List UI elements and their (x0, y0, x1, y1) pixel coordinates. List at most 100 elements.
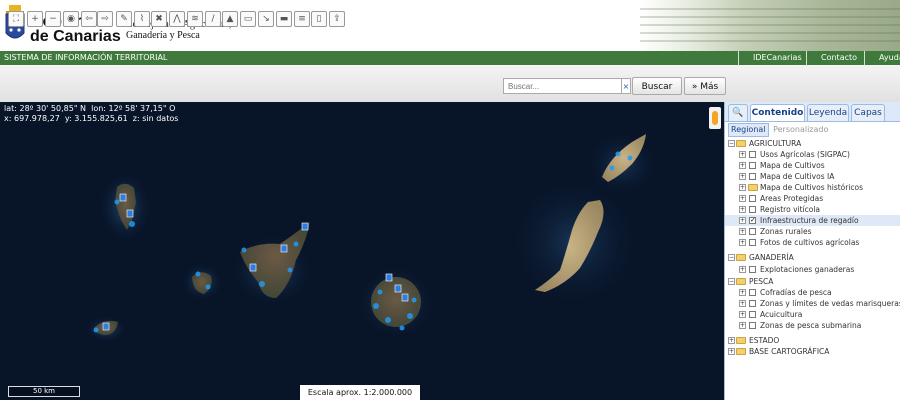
expand-icon[interactable]: + (739, 322, 746, 329)
share-icon[interactable]: ⇪ (329, 11, 345, 27)
street-view-pegman-icon[interactable] (709, 107, 721, 129)
expand-icon[interactable]: + (728, 348, 735, 355)
tree-layer-selected[interactable]: + ✓ Infraestructura de regadío (725, 215, 900, 226)
tab-contenido[interactable]: Contenido (750, 104, 805, 121)
irrigation-marker[interactable] (102, 322, 110, 331)
draw-polygon-icon[interactable]: ▭ (240, 11, 256, 27)
layers-icon[interactable]: ≋ (187, 11, 203, 27)
nav-link-idecanarias[interactable]: IDECanarias (738, 51, 802, 65)
map-view[interactable]: lat: 28º 30' 50,85" N lon: 12º 58' 37,15… (0, 102, 724, 400)
tree-layer[interactable]: + Cofradías de pesca (725, 287, 900, 298)
tree-layer[interactable]: + Zonas de pesca submarina (725, 320, 900, 331)
expand-icon[interactable]: + (739, 151, 746, 158)
search-input[interactable] (503, 78, 622, 94)
tree-layer[interactable]: + Areas Protegidas (725, 193, 900, 204)
expand-icon[interactable]: + (739, 289, 746, 296)
layer-checkbox[interactable] (749, 300, 756, 307)
clear-search-icon[interactable]: × (621, 78, 631, 94)
export-icon[interactable]: ↘ (258, 11, 274, 27)
tab-leyenda[interactable]: Leyenda (807, 104, 849, 121)
layer-checkbox[interactable] (749, 195, 756, 202)
expand-icon[interactable]: + (739, 184, 746, 191)
search-button[interactable]: Buscar (632, 77, 682, 95)
expand-icon[interactable]: + (739, 195, 746, 202)
globe-icon[interactable]: ◉ (63, 11, 79, 27)
measure-distance-icon[interactable]: ✎ (116, 11, 132, 27)
folder-icon (736, 337, 746, 344)
irrigation-marker[interactable] (280, 244, 288, 253)
expand-icon[interactable]: + (728, 337, 735, 344)
tree-layer[interactable]: + Zonas y límites de vedas marisqueras a… (725, 298, 900, 309)
tree-layer[interactable]: + Zonas rurales (725, 226, 900, 237)
tree-folder-base-cartografica[interactable]: + BASE CARTOGRÁFICA (725, 346, 900, 357)
tree-layer-label: Mapa de Cultivos IA (760, 172, 835, 181)
subtab-personalizado[interactable]: Personalizado (771, 124, 830, 136)
irrigation-marker[interactable] (385, 273, 393, 282)
stack-icon[interactable]: ≡ (294, 11, 310, 27)
columns-icon[interactable]: ▯ (311, 11, 327, 27)
irrigation-marker[interactable] (119, 193, 127, 202)
tree-layer-label: Zonas de pesca submarina (760, 321, 862, 330)
layer-checkbox[interactable] (749, 289, 756, 296)
tree-layer-label: Zonas rurales (760, 227, 812, 236)
expand-icon[interactable]: + (739, 239, 746, 246)
irrigation-marker[interactable] (249, 263, 257, 272)
identify-icon[interactable]: ✖ (151, 11, 167, 27)
expand-icon[interactable]: + (739, 300, 746, 307)
collapse-icon[interactable]: − (728, 278, 735, 285)
expand-icon[interactable]: + (739, 311, 746, 318)
measure-area-icon[interactable]: ⌇ (134, 11, 150, 27)
irrigation-marker[interactable] (394, 284, 402, 293)
tree-layer[interactable]: + Usos Agrícolas (SIGPAC) (725, 149, 900, 160)
layer-checkbox[interactable] (749, 151, 756, 158)
tree-layer-label: Explotaciones ganaderas (760, 265, 855, 274)
print-icon[interactable]: ▬ (276, 11, 292, 27)
tree-folder-agricultura[interactable]: − AGRICULTURA (725, 138, 900, 149)
irrigation-marker[interactable] (126, 209, 134, 218)
layer-checkbox-checked[interactable]: ✓ (749, 217, 756, 224)
tree-folder-pesca[interactable]: − PESCA (725, 276, 900, 287)
tab-capas[interactable]: Capas (851, 104, 885, 121)
tree-layer[interactable]: + Mapa de Cultivos (725, 160, 900, 171)
more-button[interactable]: » Más (684, 77, 726, 95)
tree-layer[interactable]: + Acuicultura (725, 309, 900, 320)
expand-icon[interactable]: + (739, 266, 746, 273)
zoom-in-icon[interactable]: + (27, 11, 43, 27)
select-icon[interactable]: ⋀ (169, 11, 185, 27)
tree-subfolder[interactable]: + Mapa de Cultivos históricos (725, 182, 900, 193)
tree-layer[interactable]: + Mapa de Cultivos IA (725, 171, 900, 182)
tree-layer[interactable]: + Fotos de cultivos agrícolas (725, 237, 900, 248)
irrigation-marker[interactable] (401, 293, 409, 302)
expand-icon[interactable]: + (739, 217, 746, 224)
expand-icon[interactable]: + (739, 206, 746, 213)
forward-icon[interactable]: ⇨ (97, 11, 113, 27)
irrigation-marker[interactable] (301, 222, 309, 231)
draw-line-icon[interactable]: / (205, 11, 221, 27)
tree-layer[interactable]: + Explotaciones ganaderas (725, 264, 900, 275)
layer-checkbox[interactable] (749, 266, 756, 273)
subtab-regional[interactable]: Regional (728, 123, 769, 137)
tree-folder-estado[interactable]: + ESTADO (725, 335, 900, 346)
layer-checkbox[interactable] (749, 239, 756, 246)
collapse-icon[interactable]: − (728, 254, 735, 261)
layer-checkbox[interactable] (749, 162, 756, 169)
tree-folder-ganaderia[interactable]: − GANADERÍA (725, 252, 900, 263)
folder-icon (736, 348, 746, 355)
profile-icon[interactable]: ▲ (222, 11, 238, 27)
expand-icon[interactable]: + (739, 173, 746, 180)
expand-icon[interactable]: + (739, 228, 746, 235)
zoom-out-icon[interactable]: − (45, 11, 61, 27)
back-icon[interactable]: ⇦ (81, 11, 97, 27)
search-icon[interactable]: 🔍 (728, 104, 748, 121)
zoom-extent-icon[interactable]: ⛶ (8, 11, 24, 27)
layer-checkbox[interactable] (749, 173, 756, 180)
layer-checkbox[interactable] (749, 322, 756, 329)
layer-checkbox[interactable] (749, 206, 756, 213)
expand-icon[interactable]: + (739, 162, 746, 169)
nav-link-contacto[interactable]: Contacto (806, 51, 857, 65)
layer-checkbox[interactable] (749, 311, 756, 318)
tree-layer[interactable]: + Registro vitícola (725, 204, 900, 215)
layer-checkbox[interactable] (749, 228, 756, 235)
collapse-icon[interactable]: − (728, 140, 735, 147)
nav-link-ayuda[interactable]: Ayuda (864, 51, 900, 65)
